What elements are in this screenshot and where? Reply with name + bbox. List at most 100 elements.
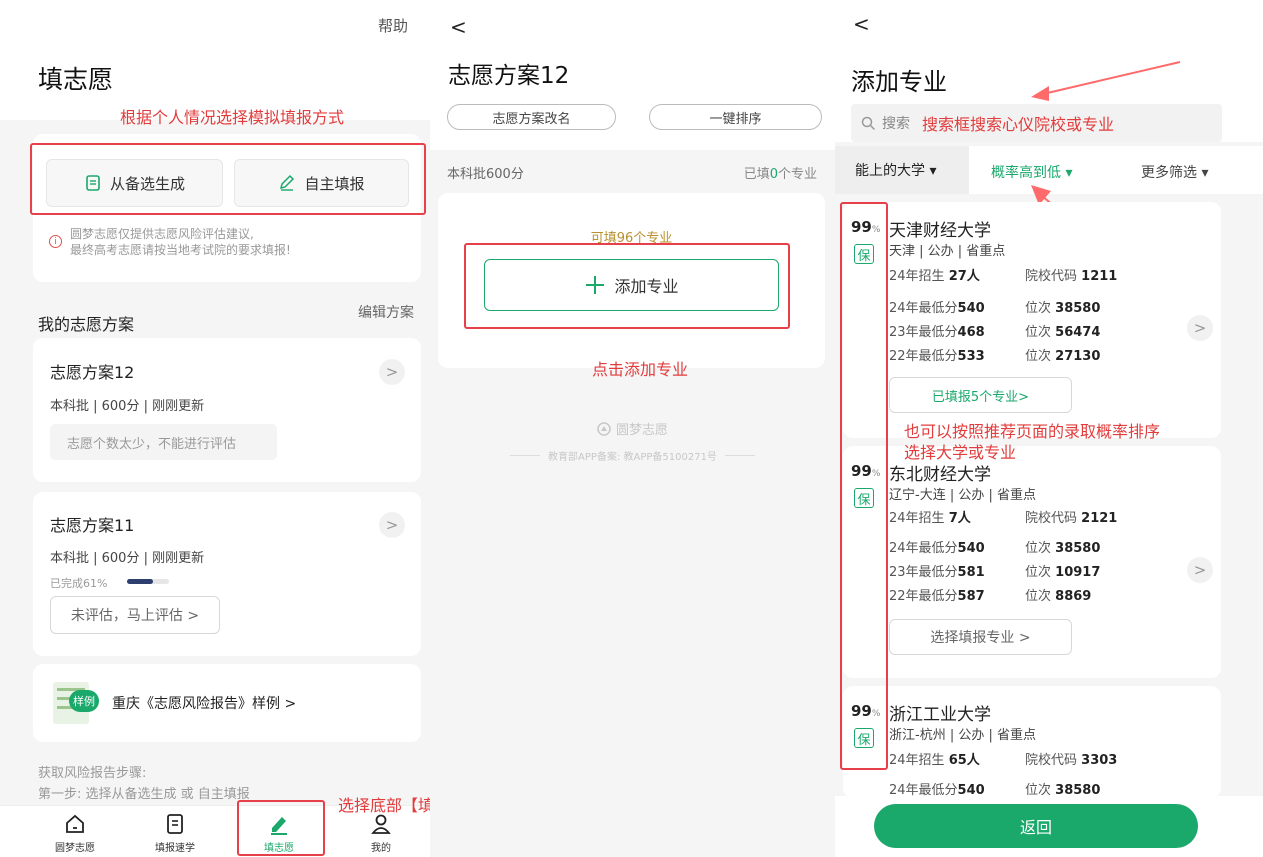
plan-meta: 本科批 | 600分 | 刚刚更新 [50, 551, 205, 566]
sample-report-card[interactable]: 样例 重庆《志愿风险报告》样例 > [33, 664, 421, 742]
score-value: 533 [957, 349, 985, 364]
fill-wishes-screen: 帮助 填志愿 根据个人情况选择模拟填报方式 从备选生成 自主填报 i 圆梦志愿仅… [0, 0, 430, 857]
score-year: 23年最低分 [889, 325, 958, 340]
rank-label: 位次 [1025, 565, 1052, 580]
brand-watermark: 圆梦志愿 [430, 419, 835, 438]
score-row: 22年最低分587 [889, 585, 985, 604]
rank-row: 位次 8869 [1025, 585, 1091, 604]
brand-logo-icon [597, 421, 611, 436]
plan-card-11[interactable]: 志愿方案11 > 本科批 | 600分 | 刚刚更新 已完成61% 未评估，马上… [33, 492, 421, 656]
enroll-value: 65人 [948, 753, 980, 768]
school-code: 院校代码 2121 [1025, 507, 1117, 526]
enroll-label: 24年招生 [889, 269, 945, 284]
home-icon [66, 814, 84, 833]
score-year: 24年最低分 [889, 541, 958, 556]
rank-label: 位次 [1025, 589, 1052, 604]
steps-title: 获取风险报告步骤: [38, 766, 147, 781]
info-icon: i [49, 235, 62, 248]
annotation-sort-line-2: 选择大学或专业 [904, 443, 1017, 462]
return-button[interactable]: 返回 [874, 804, 1198, 848]
score-value: 540 [957, 301, 985, 316]
annotation-arrow-search [1031, 61, 1181, 101]
rank-row: 位次 56474 [1025, 321, 1100, 340]
score-year: 22年最低分 [889, 349, 958, 364]
sample-report-link[interactable]: 重庆《志愿风险报告》样例 > [112, 693, 296, 713]
rename-plan-button[interactable]: 志愿方案改名 [447, 104, 616, 130]
score-year: 24年最低分 [889, 301, 958, 316]
rank-label: 位次 [1025, 349, 1052, 364]
score-row: 22年最低分533 [889, 345, 985, 364]
back-icon[interactable]: < [853, 12, 870, 36]
university-name: 浙江工业大学 [889, 705, 991, 725]
rank-row: 位次 38580 [1025, 297, 1100, 316]
score-row: 23年最低分468 [889, 321, 985, 340]
rank-value: 27130 [1055, 349, 1101, 364]
university-card[interactable]: 99% 保 天津财经大学 天津 | 公办 | 省重点 24年招生 27人 院校代… [843, 202, 1221, 438]
annotation-box-nav [237, 800, 325, 856]
rank-value: 38580 [1055, 541, 1101, 556]
score-row: 24年最低分540 [889, 297, 985, 316]
plan-name: 志愿方案12 [50, 363, 135, 382]
footer-record: 教育部APP备案: 教APP备5100271号 [430, 448, 835, 463]
score-row: 24年最低分540 [889, 537, 985, 556]
code-label: 院校代码 [1025, 753, 1078, 768]
rank-row: 位次 27130 [1025, 345, 1100, 364]
help-link[interactable]: 帮助 [378, 15, 408, 36]
rank-row: 位次 10917 [1025, 561, 1100, 580]
nav-home[interactable]: 圆梦志愿 [35, 813, 115, 854]
rank-value: 10917 [1055, 565, 1101, 580]
notice-line-2: 最终高考志愿请按当地考试院的要求填报! [70, 243, 291, 257]
page-title: 填志愿 [38, 65, 114, 94]
university-location: 辽宁-大连 | 公办 | 省重点 [889, 488, 1036, 503]
progress-label: 已完成61% [50, 577, 108, 590]
filter-reachable-unis[interactable]: 能上的大学 ▾ [835, 146, 969, 194]
school-code: 院校代码 3303 [1025, 749, 1117, 768]
search-icon [861, 116, 876, 130]
score-year: 23年最低分 [889, 565, 958, 580]
filled-prefix: 已填 [743, 167, 770, 182]
chevron-right-icon[interactable]: > [379, 359, 405, 385]
score-value: 468 [957, 325, 985, 340]
annotation-click-add: 点击添加专业 [592, 360, 689, 379]
page-title: 志愿方案12 [448, 63, 570, 89]
university-card[interactable]: 99% 保 东北财经大学 辽宁-大连 | 公办 | 省重点 24年招生 7人 院… [843, 446, 1221, 678]
chevron-right-icon[interactable]: > [1187, 315, 1213, 341]
nav-label: 填报速学 [155, 843, 195, 854]
score-value: 540 [957, 541, 985, 556]
code-value: 1211 [1081, 269, 1118, 284]
filled-majors-button[interactable]: 已填报5个专业> [889, 377, 1072, 413]
school-code: 院校代码 1211 [1025, 265, 1117, 284]
rank-value: 56474 [1055, 325, 1101, 340]
score-value: 581 [957, 565, 985, 580]
code-value: 2121 [1081, 511, 1118, 526]
select-majors-button[interactable]: 选择填报专业 > [889, 619, 1072, 655]
filled-count: 已填0个专业 [744, 163, 817, 182]
add-major-screen: < 添加专业 搜索 搜索框搜索心仪院校或专业 能上的大学 ▾ 概率高到低 ▾ 更… [835, 0, 1263, 857]
brand-name: 圆梦志愿 [615, 423, 668, 438]
code-label: 院校代码 [1025, 511, 1078, 526]
annotation-search: 搜索框搜索心仪院校或专业 [922, 115, 1115, 134]
annotation-box-probability [840, 202, 888, 770]
plan-name: 志愿方案11 [50, 516, 135, 535]
rank-label: 位次 [1025, 325, 1052, 340]
plan-card-12[interactable]: 志愿方案12 > 本科批 | 600分 | 刚刚更新 志愿个数太少，不能进行评估 [33, 338, 421, 482]
annotation-sort-hint: 也可以按照推荐页面的录取概率排序 选择大学或专业 [904, 421, 1160, 463]
enroll-value: 27人 [948, 269, 980, 284]
nav-mine[interactable]: 我的 [341, 813, 421, 854]
evaluate-now-button[interactable]: 未评估，马上评估 > [50, 596, 220, 634]
filled-suffix: 个专业 [777, 167, 817, 182]
search-input[interactable]: 搜索 搜索框搜索心仪院校或专业 [851, 104, 1222, 142]
edit-plans-link[interactable]: 编辑方案 [358, 302, 414, 322]
nav-label: 我的 [371, 843, 391, 854]
annotation-box-mode [30, 143, 426, 215]
plan-meta: 本科批 | 600分 | 刚刚更新 [50, 399, 205, 414]
chevron-right-icon[interactable]: > [1187, 557, 1213, 583]
steps-line-1: 第一步: 选择从备选生成 或 自主填报 [38, 787, 250, 802]
back-icon[interactable]: < [450, 15, 467, 39]
university-card[interactable]: 99% 保 浙江工业大学 浙江-杭州 | 公办 | 省重点 24年招生 65人 … [843, 686, 1221, 798]
one-click-sort-button[interactable]: 一键排序 [649, 104, 822, 130]
chevron-right-icon[interactable]: > [379, 512, 405, 538]
nav-quick-learn[interactable]: 填报速学 [135, 813, 215, 854]
sample-badge: 样例 [69, 690, 99, 712]
university-location: 浙江-杭州 | 公办 | 省重点 [889, 728, 1036, 743]
